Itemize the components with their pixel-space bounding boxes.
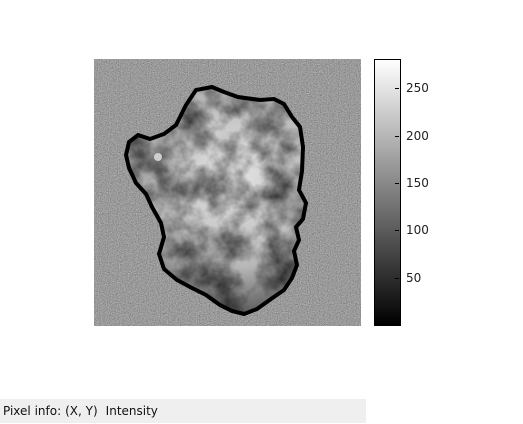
pixel-info-label: Pixel info:: [3, 404, 62, 418]
intensity-image[interactable]: [94, 59, 361, 326]
colorbar-tick-label: 50: [406, 270, 422, 285]
colorbar-tick-label: 200: [406, 128, 429, 143]
colorbar: 250 200 150 100 50: [374, 59, 434, 326]
colorbar-tick-100: 100: [395, 223, 429, 238]
colorbar-tick-50: 50: [394, 270, 422, 285]
colorbar-tick-label: 150: [406, 176, 429, 191]
image-viewer: 250 200 150 100 50 Pixel info: (X, Y) Intens…: [0, 0, 523, 424]
status-bar: Pixel info: (X, Y) Intensity: [0, 399, 366, 423]
image-display[interactable]: [94, 59, 361, 326]
intensity-label: Intensity: [105, 404, 158, 418]
colorbar-tick-200: 200: [395, 128, 429, 143]
colorbar-gradient: [374, 59, 401, 326]
colorbar-tick-150: 150: [395, 176, 429, 191]
colorbar-tick-label: 250: [406, 81, 429, 96]
colorbar-tick-250: 250: [395, 81, 429, 96]
coords-label: (X, Y): [65, 404, 98, 418]
colorbar-tick-label: 100: [406, 223, 429, 238]
